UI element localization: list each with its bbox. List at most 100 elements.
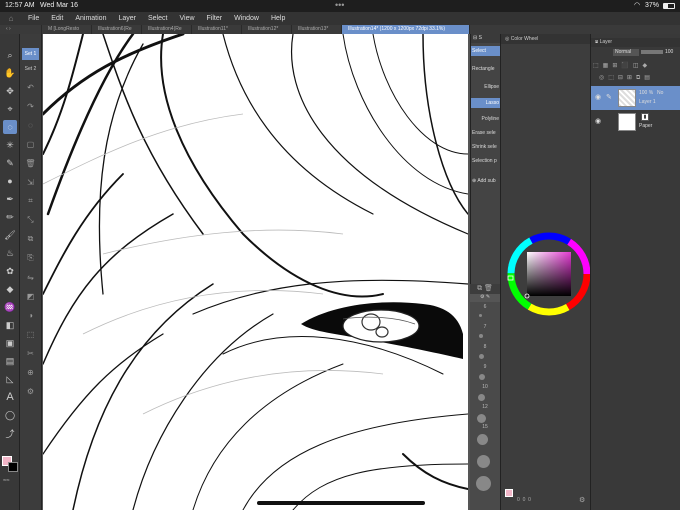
lasso-sub-icon[interactable]: ◌ [22,118,39,132]
tab-illustration12[interactable]: Illustration12* [242,25,292,34]
transform-icon[interactable]: ⇲ [22,175,39,189]
rectangle-selection[interactable]: Rectangle [471,64,500,74]
sub-color-swatch[interactable] [8,462,18,472]
brush-size-15[interactable]: 15 [475,424,495,430]
lasso-icon[interactable]: ◌ [3,120,17,134]
trash-icon[interactable]: 🗑 [22,156,39,170]
tab-longrestore[interactable]: M [LongResto [42,25,92,34]
layer-row-paper[interactable]: ◉ ▮ Paper [591,110,680,134]
eyedropper-icon[interactable]: ✎ [3,156,17,170]
layer-toolbar-icons-2[interactable]: ◎⬚⊟⊞⧉▤ [599,74,679,84]
figure-icon[interactable]: ▤ [3,354,17,368]
layer-tab[interactable]: ⧈ Layer [591,38,680,47]
brush-size-8[interactable]: 8 [475,344,495,350]
brush-dot [476,476,491,491]
ruler-icon[interactable]: ◺ [3,372,17,386]
blend-mode-select[interactable]: Normal [613,49,639,56]
fill-icon[interactable]: ◧ [3,318,17,332]
brush-size-9[interactable]: 9 [475,364,495,370]
hand-icon[interactable]: ✋ [3,66,17,80]
redo-icon[interactable]: ↷ [22,99,39,113]
blend-icon[interactable]: ♒ [3,300,17,314]
fill-selection-icon[interactable]: ◩ [22,289,39,303]
operation-icon[interactable]: ⌖ [3,102,17,116]
tab-prev-icon[interactable]: ‹ › [0,25,42,34]
correction-icon[interactable]: ⤴ [3,426,17,440]
crop-icon[interactable]: ⌗ [22,194,39,208]
layer-row-layer-1[interactable]: ◉ ✎ 100 % No Layer 1 [591,86,680,110]
scale-icon[interactable]: ⤡ [22,213,39,227]
eraser-icon[interactable]: ◆ [3,282,17,296]
clock: 12:57 AM [5,2,35,9]
move-icon[interactable]: ✥ [3,84,17,98]
opacity-value: 100 [665,49,674,55]
copy-icon[interactable]: ⧉ [22,232,39,246]
brush-size-12[interactable]: 12 [475,404,495,410]
brush-size-6[interactable]: 6 [475,304,495,310]
brush-size-tab[interactable]: ⚙ ✎ [470,294,500,302]
brush-icon[interactable]: 🖌 [3,228,17,242]
shrink-selection[interactable]: Shrink sele [471,142,500,152]
multitask-dots-icon[interactable]: ••• [335,0,344,10]
expand-icon[interactable]: ⊕ [22,365,39,379]
selection-pen[interactable]: Selection p [471,156,500,166]
brush-dot-icon[interactable]: ● [3,174,17,188]
tab-illustration14[interactable]: Illustration14* (1200 x 1200px 72dpi 33.… [342,25,470,34]
color-wheel[interactable] [505,230,593,318]
color-swap-icon[interactable]: ≈≈ [3,478,10,484]
menu-edit[interactable]: Edit [45,15,69,22]
pen-icon[interactable]: ✒ [3,192,17,206]
tab-illustration11[interactable]: Illustration11* [192,25,242,34]
menu-filter[interactable]: Filter [201,15,229,22]
polyline-selection[interactable]: Polyline [471,114,500,124]
menu-window[interactable]: Window [228,15,265,22]
layer-panel: ⧈ Layer Normal 100 ⬚▦⊞⬛◫◆ ◎⬚⊟⊞⧉▤ ◉ ✎ 100… [590,34,680,510]
sub-tool-panel: Set 1 Set 2 ↶ ↷ ◌ ▢ 🗑 ⇲ ⌗ ⤡ ⧉ ⎘ ⇋ ◩ ◑ ⬚ … [20,34,42,510]
menu-select[interactable]: Select [142,15,173,22]
add-sub-tool-button[interactable]: ⊕ Add sub [471,176,500,186]
settings-gear-icon[interactable]: ⚙ [579,496,585,504]
flip-icon[interactable]: ⇋ [22,270,39,284]
eye-icon[interactable]: ◉ [595,117,601,125]
invert-icon[interactable]: ◑ [22,308,39,322]
color-swatch-main[interactable] [505,489,513,497]
zoom-icon[interactable]: ⌕ [3,48,17,62]
settings-icon[interactable]: ⚙ [22,384,39,398]
color-wheel-tab[interactable]: ◎ Color Wheel [501,34,591,44]
set-1-tab[interactable]: Set 1 [22,48,39,60]
select-all-icon[interactable]: ⬚ [22,327,39,341]
undo-icon[interactable]: ↶ [22,80,39,94]
magic-wand-icon[interactable]: ✳ [3,138,17,152]
erase-selection[interactable]: Erase sele [471,128,500,138]
tab-illustration6[interactable]: Illustration6(Re [92,25,142,34]
menu-layer[interactable]: Layer [112,15,142,22]
pencil-icon[interactable]: ✏ [3,210,17,224]
gradient-icon[interactable]: ▣ [3,336,17,350]
set-2-tab[interactable]: Set 2 [22,63,39,75]
tab-illustration13[interactable]: Illustration13* [292,25,342,34]
deselect-icon[interactable]: ✂ [22,346,39,360]
app-logo-icon[interactable]: ⌂ [0,14,22,23]
tab-illustration4[interactable]: Illustration4(Re [142,25,192,34]
lasso-selection[interactable]: Lasso [471,98,500,108]
layer-toolbar-icons[interactable]: ⬚▦⊞⬛◫◆ [593,62,679,72]
opacity-slider[interactable] [641,50,663,54]
brush-size-7[interactable]: 7 [475,324,495,330]
clear-icon[interactable]: ▢ [22,137,39,151]
paste-icon[interactable]: ⎘ [22,251,39,265]
menu-view[interactable]: View [173,15,200,22]
eye-icon[interactable]: ◉ [595,93,601,101]
menu-help[interactable]: Help [265,15,291,22]
color-value-g: 0 [522,497,526,503]
paper-thumbnail [618,113,636,131]
select-tab[interactable]: Select [471,46,500,56]
brush-size-10[interactable]: 10 [475,384,495,390]
balloon-icon[interactable]: ◯ [3,408,17,422]
airbrush-icon[interactable]: ♨ [3,246,17,260]
drawing-canvas[interactable] [43,34,468,510]
text-icon[interactable]: A [3,390,17,404]
ellipse-selection[interactable]: Ellipse [471,82,500,92]
decoration-icon[interactable]: ✿ [3,264,17,278]
menu-file[interactable]: File [22,15,45,22]
menu-animation[interactable]: Animation [69,15,112,22]
